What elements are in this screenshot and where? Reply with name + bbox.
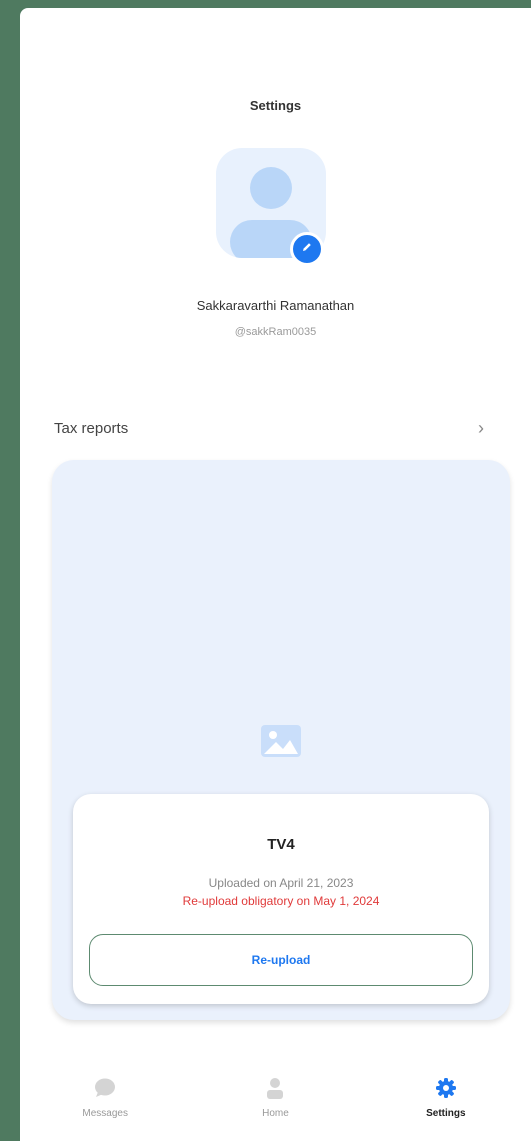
person-icon	[263, 1076, 287, 1100]
reupload-button[interactable]: Re-upload	[89, 934, 473, 986]
document-card[interactable]: TV4 Uploaded on April 21, 2023 Re-upload…	[52, 460, 510, 1020]
phone-screen: Settings Sakkaravarthi Ramanathan @sakkR…	[20, 8, 531, 1141]
image-icon	[260, 724, 302, 763]
nav-messages[interactable]: Messages	[20, 1076, 190, 1141]
nav-settings-label: Settings	[426, 1108, 466, 1119]
page-title: Settings	[249, 98, 302, 113]
avatar[interactable]	[216, 148, 326, 266]
upload-date: Uploaded on April 21, 2023	[208, 876, 354, 890]
nav-home[interactable]: Home	[190, 1076, 360, 1141]
chevron-right-icon: ›	[478, 417, 484, 438]
document-title: TV4	[267, 836, 295, 853]
pencil-icon	[301, 240, 313, 258]
nav-settings[interactable]: Settings	[361, 1076, 531, 1141]
user-handle: @sakkRam0035	[234, 326, 317, 338]
nav-messages-label: Messages	[82, 1108, 128, 1119]
nav-home-label: Home	[262, 1108, 289, 1119]
chat-bubble-icon	[93, 1076, 117, 1100]
bottom-nav: Messages Home Settings	[20, 1076, 531, 1141]
user-name: Sakkaravarthi Ramanathan	[196, 298, 355, 313]
document-info-card: TV4 Uploaded on April 21, 2023 Re-upload…	[73, 794, 489, 1004]
tax-reports-row[interactable]: Tax reports ›	[54, 408, 484, 448]
gear-icon	[434, 1076, 458, 1100]
tax-reports-label: Tax reports	[54, 419, 129, 437]
reupload-warning: Re-upload obligatory on May 1, 2024	[182, 894, 380, 908]
edit-avatar-button[interactable]	[290, 232, 324, 266]
